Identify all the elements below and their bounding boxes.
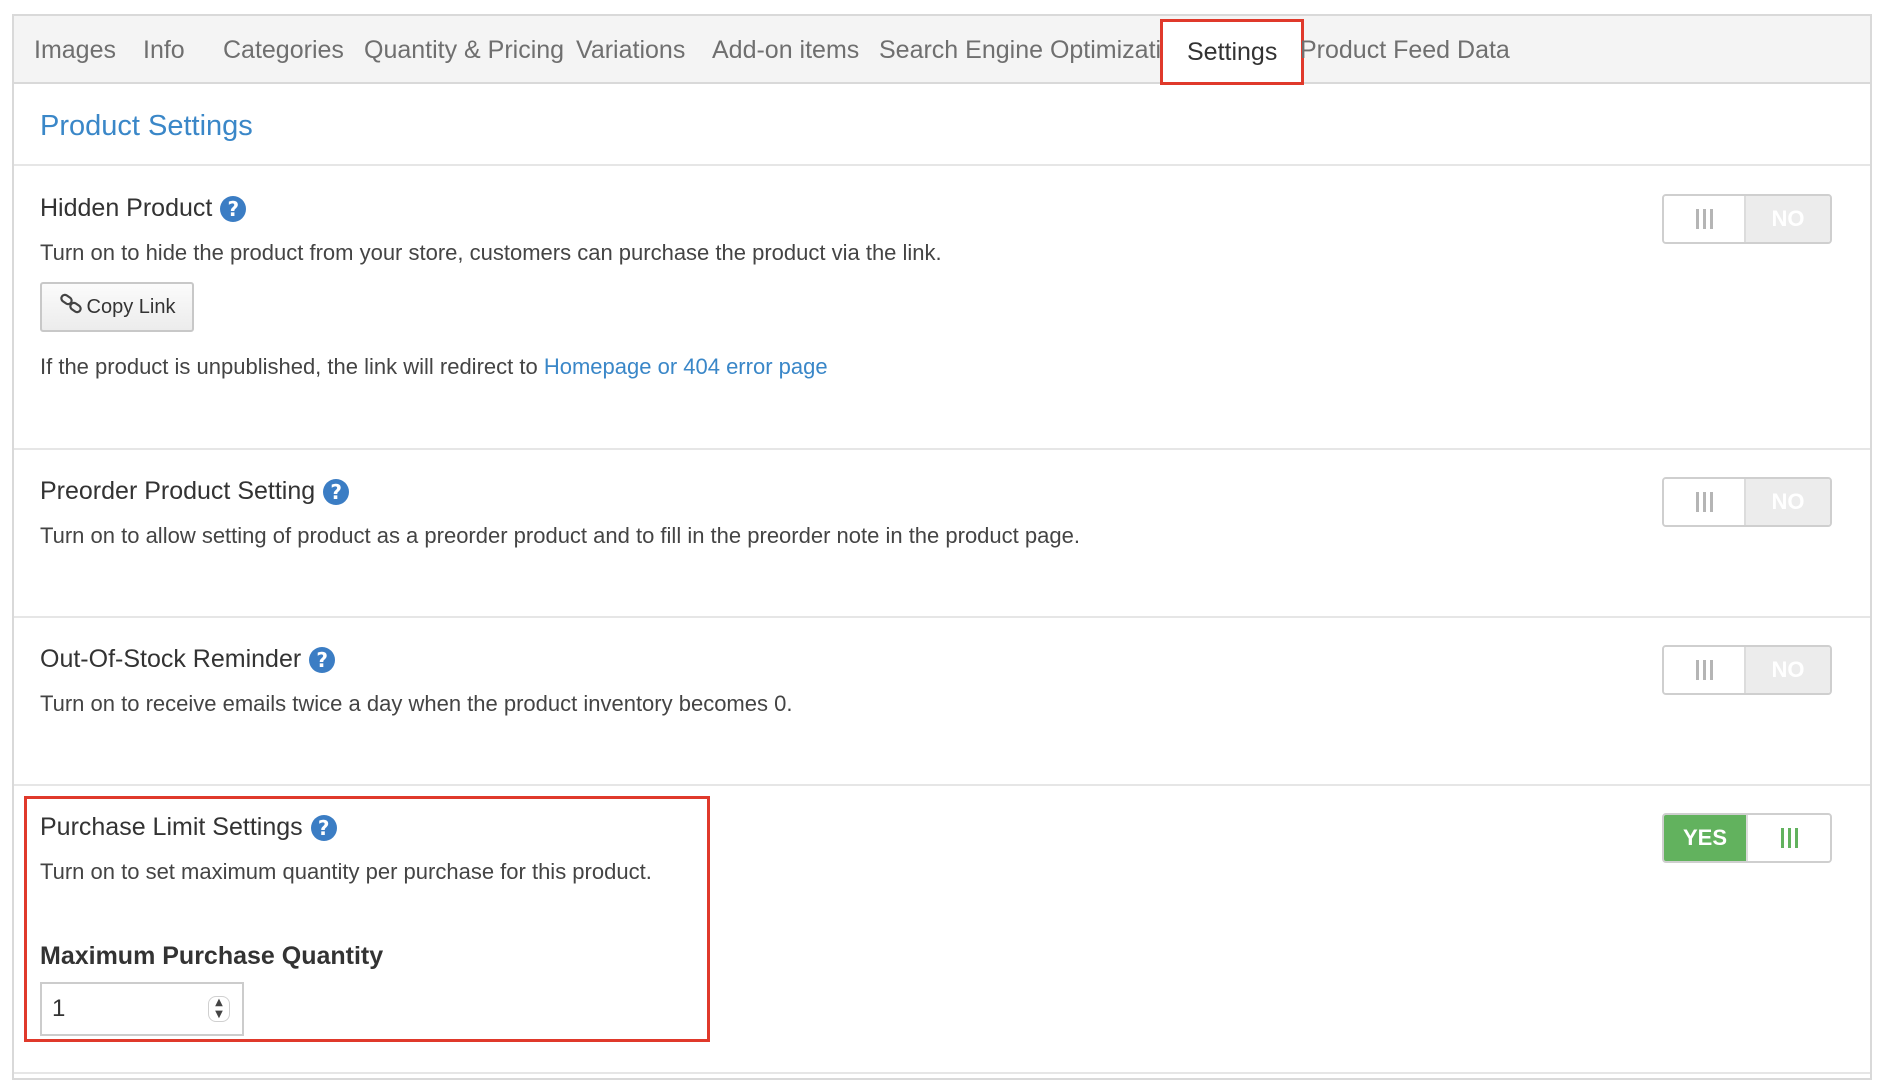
hidden-product-toggle[interactable]: NO [1662,194,1832,244]
toggle-state-label: NO [1746,647,1830,693]
tab-images[interactable]: Images [34,16,116,84]
tab-quantity-pricing[interactable]: Quantity & Pricing [364,16,564,84]
purchase-limit-description: Turn on to set maximum quantity per purc… [40,859,652,884]
question-circle-icon[interactable]: ? [220,195,247,222]
chevron-down-icon[interactable]: ▼ [215,1009,223,1021]
tab-product-feed-data[interactable]: Product Feed Data [1300,16,1510,84]
toggle-state-label: NO [1746,479,1830,525]
toggle-state-label: NO [1746,196,1830,242]
question-circle-icon[interactable]: ? [323,478,350,505]
grip-bars-icon [1664,647,1746,693]
grip-bars-icon [1664,479,1746,525]
product-settings-panel: Images Info Categories Quantity & Pricin… [12,14,1872,1080]
chevron-up-icon[interactable]: ▲ [215,997,223,1009]
out-of-stock-description: Turn on to receive emails twice a day wh… [40,691,793,716]
toggle-state-label: YES [1664,815,1746,861]
tab-categories[interactable]: Categories [223,16,344,84]
out-of-stock-label: Out-Of-Stock Reminder [40,645,302,673]
hidden-product-label: Hidden Product [40,194,213,222]
purchase-limit-label: Purchase Limit Settings [40,813,303,841]
tab-add-on-items[interactable]: Add-on items [712,16,859,84]
tab-variations[interactable]: Variations [576,16,685,84]
copy-link-label: Copy Link [86,295,176,318]
tab-info[interactable]: Info [143,16,185,84]
homepage-404-link[interactable]: Homepage or 404 error page [544,354,828,379]
tab-bar: Images Info Categories Quantity & Pricin… [14,16,1870,85]
out-of-stock-title: Out-Of-Stock Reminder ? [40,645,336,674]
redirect-note: If the product is unpublished, the link … [40,354,828,380]
preorder-label: Preorder Product Setting [40,477,316,505]
section-divider [14,164,1870,166]
max-purchase-quantity-label: Maximum Purchase Quantity [40,942,384,970]
preorder-title: Preorder Product Setting ? [40,477,350,506]
question-circle-icon[interactable]: ? [309,646,336,673]
preorder-description: Turn on to allow setting of product as a… [40,523,1080,548]
quantity-value: 1 [52,995,66,1022]
hidden-product-description: Turn on to hide the product from your st… [40,240,942,265]
grip-bars-icon [1664,196,1746,242]
link-icon [59,293,85,321]
hidden-product-title: Hidden Product ? [40,194,247,223]
tab-search-engine-optimization[interactable]: Search Engine Optimization [879,16,1189,84]
section-divider [14,448,1870,450]
spin-arrows-icon[interactable]: ▲ ▼ [208,996,230,1022]
section-divider [14,1072,1870,1074]
preorder-toggle[interactable]: NO [1662,477,1832,527]
redirect-note-text: If the product is unpublished, the link … [40,354,538,379]
max-purchase-quantity-input[interactable]: 1 ▲ ▼ [40,982,244,1036]
copy-link-button[interactable]: Copy Link [40,282,194,332]
grip-bars-icon [1746,815,1830,861]
purchase-limit-title: Purchase Limit Settings ? [40,813,337,842]
section-divider [14,616,1870,618]
page-title: Product Settings [40,110,253,142]
tab-settings[interactable]: Settings [1160,19,1305,85]
question-circle-icon[interactable]: ? [310,814,337,841]
purchase-limit-toggle[interactable]: YES [1662,813,1832,863]
section-divider [14,784,1870,786]
out-of-stock-toggle[interactable]: NO [1662,645,1832,695]
